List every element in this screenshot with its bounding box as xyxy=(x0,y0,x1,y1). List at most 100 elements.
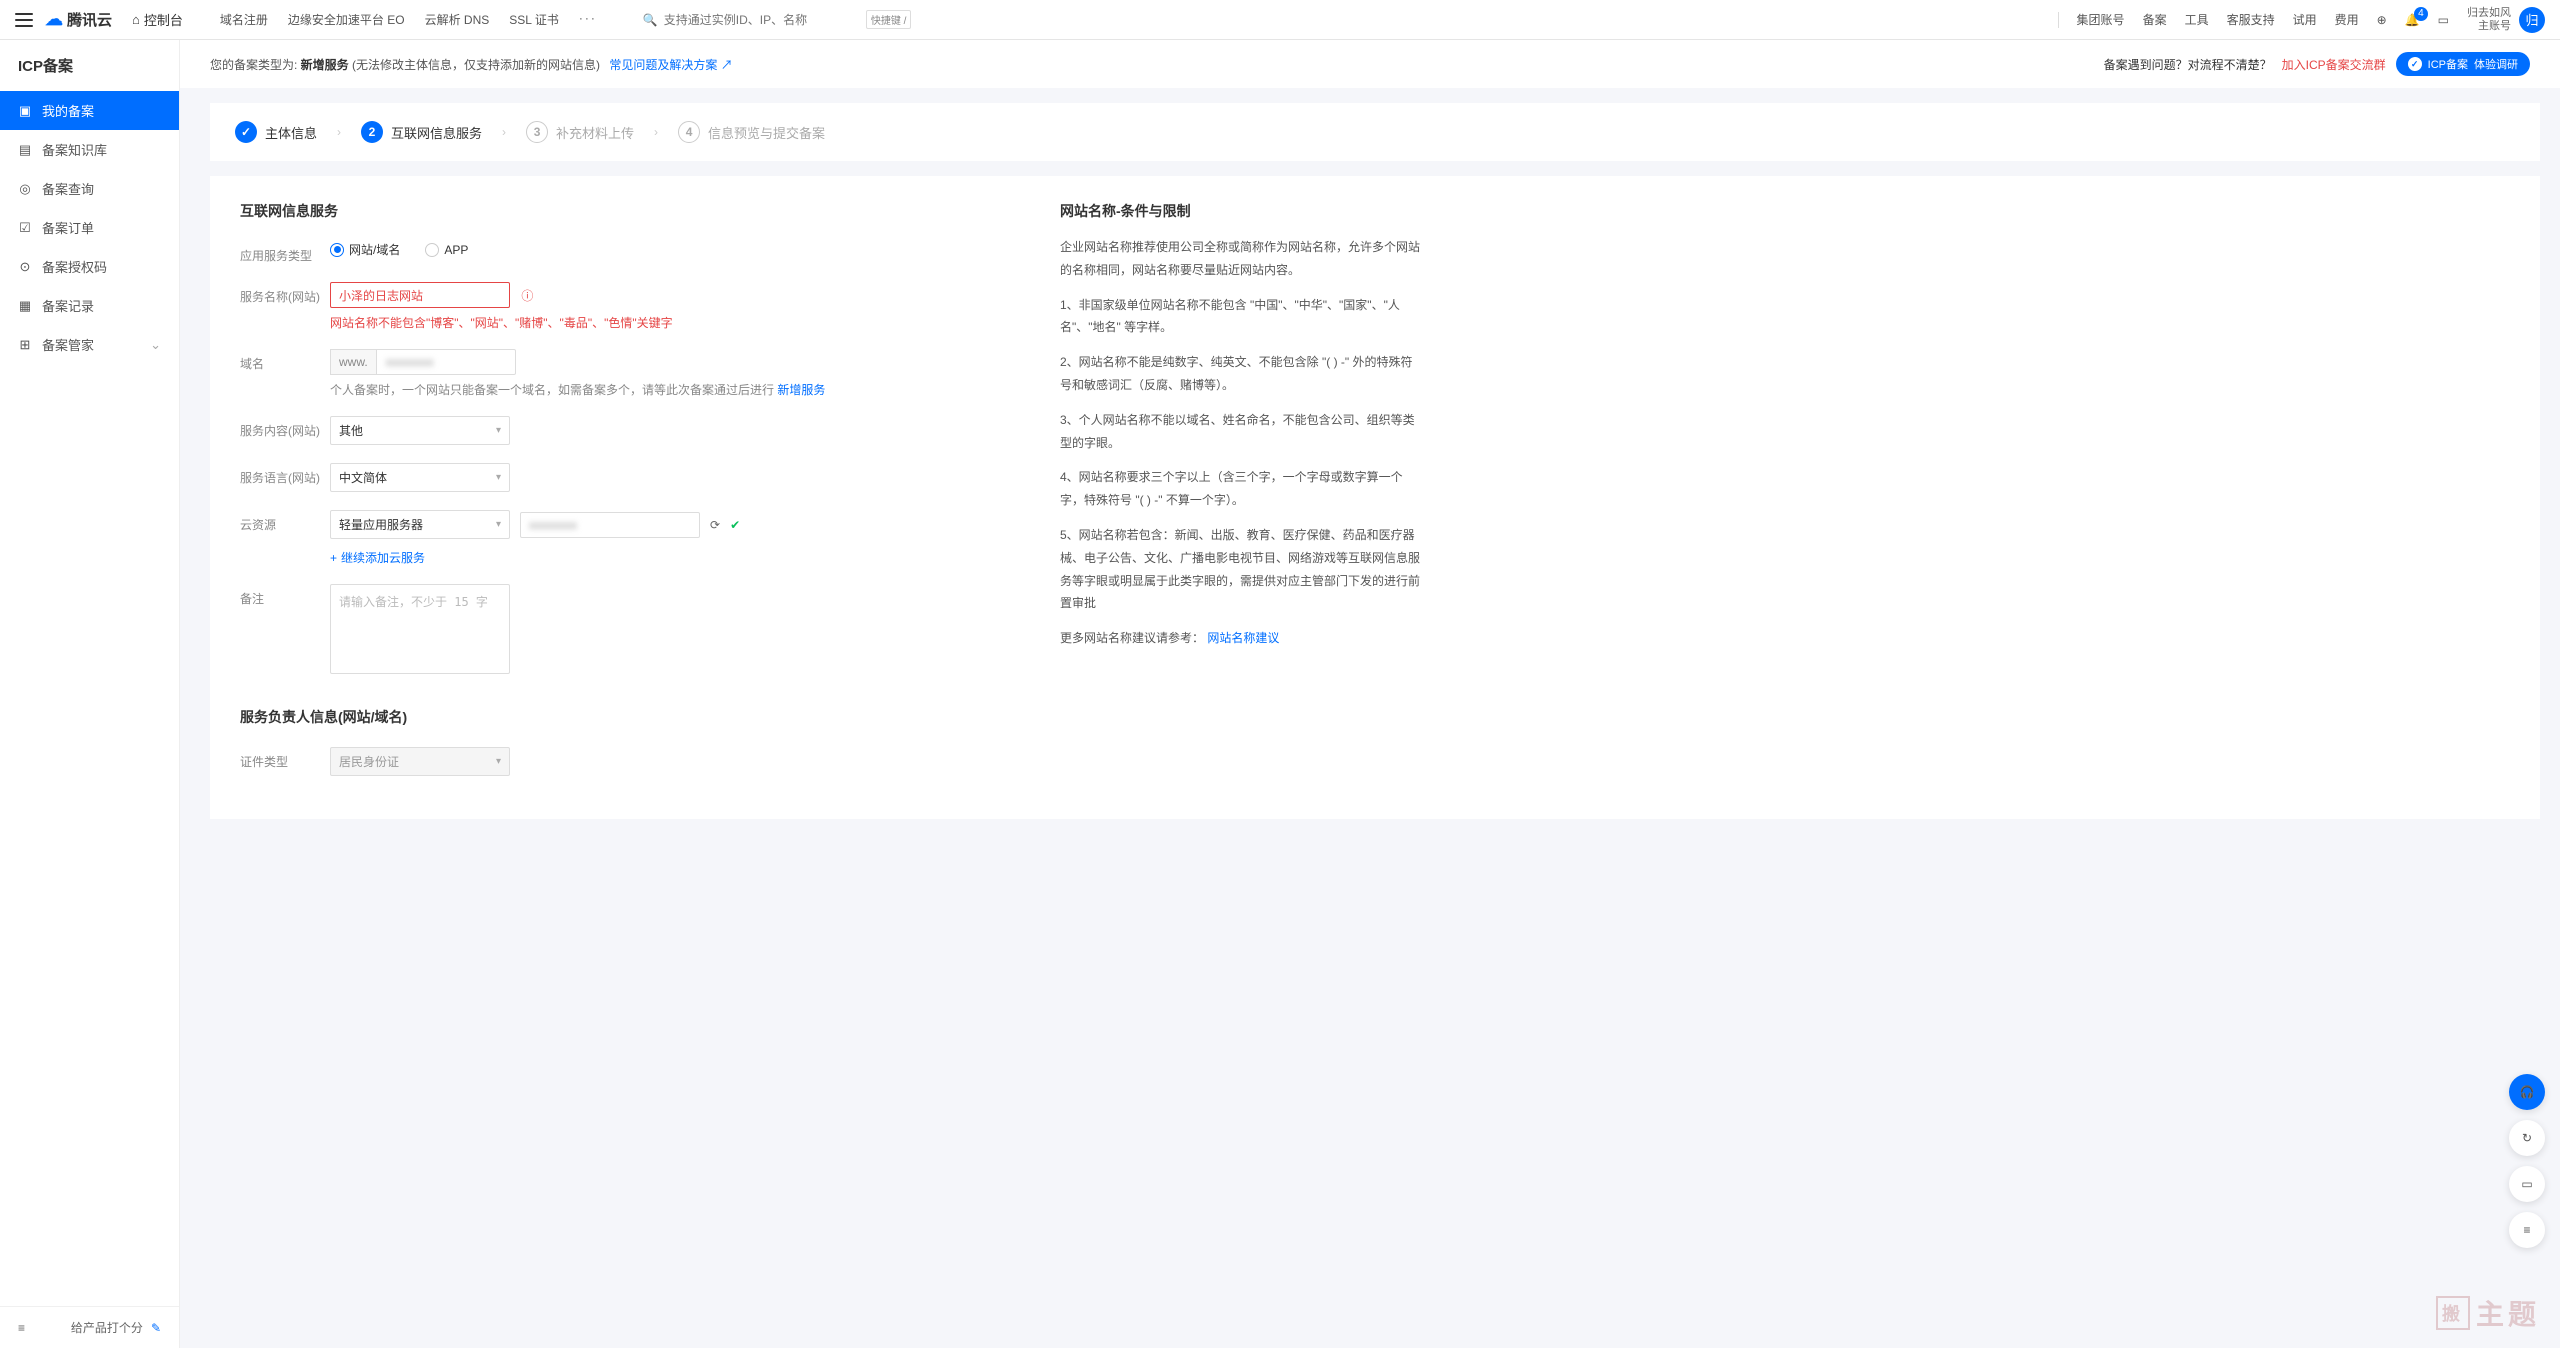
radio-icon xyxy=(330,243,344,257)
nav-dns[interactable]: 云解析 DNS xyxy=(425,11,490,28)
step-label: 主体信息 xyxy=(265,123,317,142)
section-title-internet: 互联网信息服务 xyxy=(240,201,1020,221)
remark-textarea[interactable] xyxy=(330,584,510,674)
brand-logo[interactable]: ☁ 腾讯云 xyxy=(45,9,112,30)
chevron-down-icon: ▾ xyxy=(496,756,501,767)
chevron-right-icon: › xyxy=(502,125,506,139)
icp-button[interactable]: ✓ ICP备案 体验调研 xyxy=(2396,52,2530,76)
ticket-icon[interactable]: ▭ xyxy=(2438,13,2449,27)
naming-suggestion-link[interactable]: 网站名称建议 xyxy=(1207,631,1279,645)
search-input[interactable] xyxy=(664,13,845,27)
domain-prefix: www. xyxy=(330,349,376,375)
console-label: 控制台 xyxy=(144,10,183,29)
join-group-link[interactable]: 加入ICP备案交流群 xyxy=(2282,56,2386,73)
headset-button[interactable]: 🎧 xyxy=(2509,1074,2545,1110)
info-para-4: 4、网站名称要求三个字以上（含三个字，一个字母或数字算一个字，特殊符号 "( )… xyxy=(1060,466,1420,512)
sidebar-item-records[interactable]: ▦ 备案记录 xyxy=(0,286,179,325)
key-icon: ⊙ xyxy=(18,260,32,274)
order-icon: ☑ xyxy=(18,221,32,235)
info-para-2: 2、网站名称不能是纯数字、纯英文、不能包含除 "( ) -" 外的特殊符号和敏感… xyxy=(1060,351,1420,397)
icp-secondary-label: 体验调研 xyxy=(2474,56,2518,72)
plus-icon: + xyxy=(330,551,337,565)
content-select[interactable]: 其他 ▾ xyxy=(330,416,510,445)
progress-steps: ✓ 主体信息 › 2 互联网信息服务 › 3 补充材料上传 › 4 信息预览与提… xyxy=(210,103,2540,161)
radio-icon xyxy=(425,243,439,257)
cloud-instance-select[interactable]: xxxxxxxx xyxy=(520,512,700,538)
refresh-icon[interactable]: ⟳ xyxy=(710,518,720,532)
nav-ssl[interactable]: SSL 证书 xyxy=(509,11,559,28)
domain-input[interactable] xyxy=(376,349,516,375)
notification-bell[interactable]: 🔔 4 xyxy=(2405,13,2420,27)
label-content: 服务内容(网站) xyxy=(240,416,330,439)
avatar[interactable]: 归 xyxy=(2519,7,2545,33)
nav-domain[interactable]: 域名注册 xyxy=(220,11,268,28)
sidebar-item-label: 备案授权码 xyxy=(42,257,107,276)
check-icon: ✔ xyxy=(730,518,740,532)
sidebar-footer[interactable]: ≡ 给产品打个分 ✎ xyxy=(0,1306,179,1348)
language-select[interactable]: 中文简体 ▾ xyxy=(330,463,510,492)
shortcut-badge: 快捷键 / xyxy=(866,10,912,29)
sidebar-item-kb[interactable]: ▤ 备案知识库 xyxy=(0,130,179,169)
hr-tools[interactable]: 工具 xyxy=(2185,11,2209,28)
sidebar-item-my-beian[interactable]: ▣ 我的备案 xyxy=(0,91,179,130)
add-cloud-label: 继续添加云服务 xyxy=(341,549,425,566)
chevron-down-icon: ▾ xyxy=(496,472,501,483)
hr-trial[interactable]: 试用 xyxy=(2293,11,2317,28)
search-icon: 🔍 xyxy=(643,13,658,27)
step-num: ✓ xyxy=(235,121,257,143)
sidebar: ICP备案 ▣ 我的备案 ▤ 备案知识库 ◎ 备案查询 ☑ 备案订单 ⊙ 备案授… xyxy=(0,40,180,1348)
banner-type: 新增服务 xyxy=(301,58,349,72)
header-nav: 域名注册 边缘安全加速平台 EO 云解析 DNS SSL 证书 ··· xyxy=(220,11,597,28)
hr-support[interactable]: 客服支持 xyxy=(2227,11,2275,28)
radio-app[interactable]: APP xyxy=(425,243,468,257)
add-service-link[interactable]: 新增服务 xyxy=(777,383,825,397)
radio-website[interactable]: 网站/域名 xyxy=(330,241,400,258)
hr-cost[interactable]: 费用 xyxy=(2335,11,2359,28)
nav-more[interactable]: ··· xyxy=(579,11,597,28)
step-num: 2 xyxy=(361,121,383,143)
user-area[interactable]: 归去如风 主账号 归 xyxy=(2467,7,2545,33)
label-domain: 域名 xyxy=(240,349,330,372)
globe-icon[interactable]: ⊕ xyxy=(2377,13,2387,27)
console-link[interactable]: ⌂ 控制台 xyxy=(132,10,183,29)
select-value: 居民身份证 xyxy=(339,753,399,770)
sidebar-item-query[interactable]: ◎ 备案查询 xyxy=(0,169,179,208)
docs-button[interactable]: ▭ xyxy=(2509,1166,2545,1202)
hr-group-account[interactable]: 集团账号 xyxy=(2077,11,2125,28)
hamburger-icon[interactable] xyxy=(15,13,33,27)
add-cloud-link[interactable]: + 继续添加云服务 xyxy=(330,549,1020,566)
brand-text: 腾讯云 xyxy=(67,9,112,30)
label-cloud: 云资源 xyxy=(240,510,330,533)
search-box[interactable]: 🔍 xyxy=(634,10,854,30)
chevron-down-icon: ⌄ xyxy=(150,337,161,353)
chevron-down-icon: ▾ xyxy=(496,519,501,530)
collapse-icon[interactable]: ≡ xyxy=(18,1321,25,1335)
share-button[interactable]: ↻ xyxy=(2509,1120,2545,1156)
nav-edge[interactable]: 边缘安全加速平台 EO xyxy=(288,11,405,28)
search-icon: ◎ xyxy=(18,182,32,196)
service-name-input[interactable] xyxy=(330,282,510,308)
sidebar-item-authcode[interactable]: ⊙ 备案授权码 xyxy=(0,247,179,286)
step-num: 3 xyxy=(526,121,548,143)
step-4: 4 信息预览与提交备案 xyxy=(678,121,825,143)
sidebar-item-butler[interactable]: ⊞ 备案管家 ⌄ xyxy=(0,325,179,364)
cloud-type-select[interactable]: 轻量应用服务器 ▾ xyxy=(330,510,510,539)
pencil-icon: ✎ xyxy=(151,1321,161,1335)
float-buttons: 🎧 ↻ ▭ ≡ xyxy=(2509,1074,2545,1248)
step-1[interactable]: ✓ 主体信息 xyxy=(235,121,317,143)
sidebar-item-orders[interactable]: ☑ 备案订单 xyxy=(0,208,179,247)
info-para-3: 3、个人网站名称不能以域名、姓名命名，不能包含公司、组织等类型的字眼。 xyxy=(1060,409,1420,455)
label-service-name: 服务名称(网站) xyxy=(240,282,330,305)
step-2[interactable]: 2 互联网信息服务 xyxy=(361,121,482,143)
menu-button[interactable]: ≡ xyxy=(2509,1212,2545,1248)
divider xyxy=(2058,12,2059,28)
sidebar-item-label: 备案查询 xyxy=(42,179,94,198)
info-para-5: 5、网站名称若包含：新闻、出版、教育、医疗保健、药品和医疗器械、电子公告、文化、… xyxy=(1060,524,1420,615)
sidebar-title: ICP备案 xyxy=(0,40,179,91)
record-icon: ▦ xyxy=(18,299,32,313)
book-icon: ▤ xyxy=(18,143,32,157)
faq-link[interactable]: 常见问题及解决方案 ↗ xyxy=(609,58,732,72)
sidebar-item-label: 备案管家 xyxy=(42,335,94,354)
shield-icon: ✓ xyxy=(2408,57,2422,71)
hr-beian[interactable]: 备案 xyxy=(2143,11,2167,28)
